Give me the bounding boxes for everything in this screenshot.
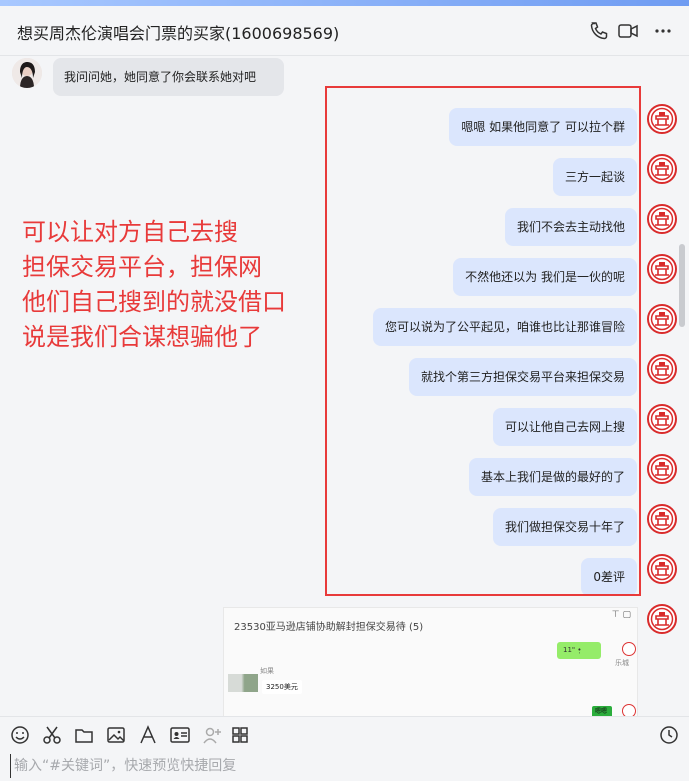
user-avatar-icon[interactable] xyxy=(647,254,677,284)
annotation-line: 担保交易平台，担保网 xyxy=(22,253,262,281)
sender-avatar xyxy=(228,674,258,692)
voice-message-bubble: 11" •̩ xyxy=(557,642,601,659)
annotation-text: 可以让对方自己去搜 担保交易平台，担保网 他们自己搜到的就没借口 说是我们合谋想… xyxy=(22,215,332,355)
scissors-icon[interactable] xyxy=(41,724,63,746)
message-bubble-outgoing: 基本上我们是做的最好的了 xyxy=(468,458,637,496)
user-avatar-icon[interactable] xyxy=(647,554,677,584)
amount-bubble: 3250美元 xyxy=(262,680,302,694)
user-avatar-icon[interactable] xyxy=(647,404,677,434)
shared-chat-card[interactable]: 23530亚马逊店铺协助解封担保交易待 (5) ⊤ ▢ 11" •̩ 乐城 如果… xyxy=(223,607,638,717)
user-avatar-icon[interactable] xyxy=(647,154,677,184)
video-call-icon[interactable] xyxy=(617,20,639,42)
user-avatar-icon[interactable] xyxy=(647,204,677,234)
user-avatar-icon[interactable] xyxy=(647,454,677,484)
add-user-icon[interactable] xyxy=(201,724,223,746)
chat-header: 想买周杰伦演唱会门票的买家(1600698569) xyxy=(0,6,689,56)
annotation-line: 他们自己搜到的就没借口 xyxy=(22,288,286,316)
message-input[interactable] xyxy=(10,754,670,778)
sender-name: 如果 xyxy=(260,667,274,675)
user-avatar-icon[interactable] xyxy=(647,504,677,534)
card-title: 23530亚马逊店铺协助解封担保交易待 (5) xyxy=(234,622,424,633)
user-avatar-icon[interactable] xyxy=(647,304,677,334)
input-toolbar xyxy=(0,716,689,752)
message-bubble-outgoing: 不然他还以为 我们是一伙的呢 xyxy=(453,258,637,296)
card-window-controls[interactable]: ⊤ ▢ xyxy=(612,610,631,620)
message-bubble-outgoing: 您可以说为了公平起见，咱谁也比让那谁冒险 xyxy=(372,308,637,346)
message-input-area xyxy=(0,752,689,781)
folder-icon[interactable] xyxy=(73,724,95,746)
user-avatar-icon[interactable] xyxy=(647,104,677,134)
font-icon[interactable] xyxy=(137,724,159,746)
message-bubble-outgoing: 我们不会去主动找他 xyxy=(504,208,637,246)
annotation-line: 说是我们合谋想骗他了 xyxy=(22,323,262,351)
scrollbar-thumb[interactable] xyxy=(679,244,685,327)
contact-avatar[interactable] xyxy=(12,58,42,88)
user-avatar-icon[interactable] xyxy=(647,354,677,384)
message-bubble-outgoing: 三方一起谈 xyxy=(552,158,637,196)
message-bubble-outgoing: 0差评 xyxy=(581,558,637,596)
emoji-icon[interactable] xyxy=(9,724,31,746)
image-icon[interactable] xyxy=(105,724,127,746)
message-bubble-outgoing: 我们做担保交易十年了 xyxy=(492,508,637,546)
more-icon[interactable] xyxy=(652,20,674,42)
mini-avatar-icon xyxy=(622,642,636,656)
annotation-line: 可以让对方自己去搜 xyxy=(22,218,238,246)
contact-card-icon[interactable] xyxy=(169,724,191,746)
chat-title: 想买周杰伦演唱会门票的买家(1600698569) xyxy=(17,24,340,43)
history-icon[interactable] xyxy=(658,724,680,746)
apps-icon[interactable] xyxy=(229,724,251,746)
message-bubble-incoming: 我问问她，她同意了你会联系她对吧 xyxy=(53,58,284,96)
message-bubble-outgoing: 嗯嗯 如果他同意了 可以拉个群 xyxy=(449,108,637,146)
message-bubble-outgoing: 就找个第三方担保交易平台来担保交易 xyxy=(408,358,637,396)
mini-avatar-caption: 乐城 xyxy=(615,659,629,667)
message-bubble-outgoing: 可以让他自己去网上搜 xyxy=(492,408,637,446)
user-avatar-icon[interactable] xyxy=(647,604,677,634)
phone-icon[interactable] xyxy=(588,20,610,42)
